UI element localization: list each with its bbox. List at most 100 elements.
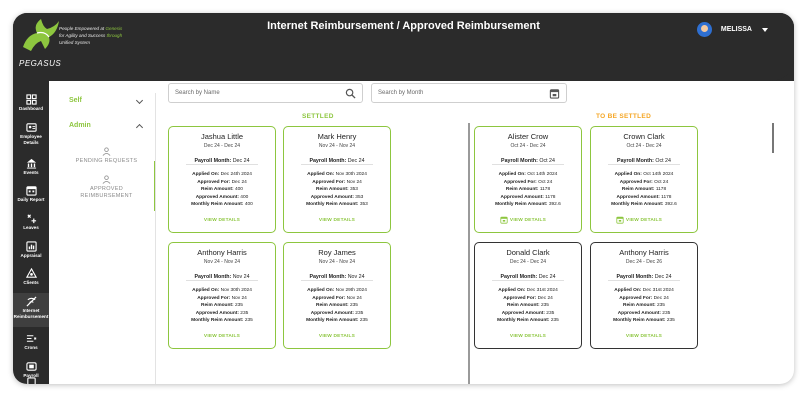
card-applied-on: Applied On: Dec 31st 2024 — [614, 288, 674, 293]
leaves-icon — [26, 214, 36, 224]
rail-item-employee-details[interactable]: Employee Details — [13, 122, 49, 145]
card-approved-amount: Approved Amount: 1178 — [616, 194, 672, 200]
card-reim-amount: Reim Amount: 235 — [316, 303, 358, 309]
card-applied-on: Applied On: Dec 24th 2024 — [192, 172, 252, 177]
view-details-button[interactable]: VIEW DETAILS — [475, 218, 581, 223]
view-details-button[interactable]: VIEW DETAILS — [475, 334, 581, 339]
chevron-up-icon[interactable] — [135, 123, 144, 132]
rail-item-dashboard[interactable]: Dashboard — [13, 94, 49, 112]
divider — [301, 164, 373, 165]
card-date-range: Oct 24 - Dec 24 — [626, 143, 662, 149]
submenu-admin[interactable]: Admin — [69, 122, 91, 129]
view-details-button[interactable]: VIEW DETAILS — [169, 218, 275, 223]
view-details-button[interactable]: VIEW DETAILS — [284, 334, 390, 339]
card-monthly-reim-amount: Monthly Reim Amount: 235 — [497, 318, 559, 324]
user-name[interactable]: MELISSA — [721, 26, 752, 33]
card-monthly-reim-amount: Monthly Reim Amount: 235 — [613, 318, 675, 324]
card-approved-for: Approved For: Nov 24 — [312, 295, 362, 301]
card-reim-amount: Reim Amount: 1178 — [505, 187, 551, 193]
report-icon — [25, 186, 37, 196]
card-approved-for: Approved For: Dec 24 — [197, 179, 247, 185]
calendar-icon[interactable] — [549, 88, 560, 99]
user-menu[interactable]: MELISSA — [696, 22, 768, 37]
card-reim-amount: Reim Amount: 1178 — [621, 187, 667, 193]
chevron-down-icon[interactable] — [762, 27, 768, 32]
chevron-down-icon[interactable] — [135, 96, 144, 105]
avatar[interactable] — [696, 22, 712, 37]
icon-rail: Dashboard Employee Details Events Daily … — [13, 81, 49, 384]
card-applied-on: Applied On: Nov 30th 2024 — [307, 172, 367, 177]
card-employee-name: Anthony Harris — [197, 248, 247, 257]
submenu-approved-reimbursement[interactable]: APPROVED REIMBURSEMENT — [59, 175, 154, 200]
card-employee-name: Alister Crow — [507, 132, 549, 141]
rail-item-more[interactable] — [13, 377, 49, 384]
card-approved-for: Approved For: Oct 24 — [619, 179, 669, 185]
card-employee-name: Anthony Harris — [619, 248, 669, 257]
card-applied-on: Applied On: Oct 14th 2024 — [498, 172, 558, 177]
divider — [492, 280, 564, 281]
card-payroll-month: Payroll Month: Nov 24 — [194, 274, 250, 280]
submenu-pending-requests[interactable]: PENDING REQUESTS — [59, 147, 154, 165]
card-employee-name: Donald Clark — [506, 248, 550, 257]
divider — [301, 280, 373, 281]
reimbursement-card[interactable]: Roy James Nov 24 - Nov 24 Payroll Month: N… — [283, 242, 391, 349]
app-window: PEGASUS People Empowered at Genesis for … — [13, 13, 794, 384]
card-approved-amount: Approved Amount: 235 — [310, 310, 364, 316]
section-settled-title: SETTLED — [302, 113, 334, 120]
card-applied-on: Applied On: Oct 14th 2024 — [614, 172, 674, 177]
view-details-button[interactable]: VIEW DETAILS — [591, 334, 697, 339]
reimbursement-card[interactable]: Anthony Harris Dec 24 - Dec 26 Payroll Mon… — [590, 242, 698, 349]
card-approved-for: Approved For: Dec 24 — [619, 295, 669, 301]
reimbursement-card[interactable]: Jashua Little Dec 24 - Dec 24 Payroll Mont… — [168, 126, 276, 233]
reimbursement-card[interactable]: Alister Crow Oct 24 - Dec 24 Payroll Month… — [474, 126, 582, 233]
card-reim-amount: Reim Amount: 400 — [201, 187, 243, 193]
rail-item-events[interactable]: Events — [13, 158, 49, 176]
view-details-button[interactable]: VIEW DETAILS — [284, 218, 390, 223]
page-title: Internet Reimbursement / Approved Reimbu… — [267, 20, 540, 32]
employee-icon — [25, 123, 37, 132]
card-applied-on: Applied On: Nov 30th 2024 — [192, 288, 252, 293]
card-payroll-month: Payroll Month: Dec 24 — [194, 158, 250, 164]
card-reim-amount: Reim Amount: 235 — [201, 303, 243, 309]
rail-item-daily-report[interactable]: Daily Report — [13, 185, 49, 203]
reimbursement-card[interactable]: Donald Clark Dec 24 - Dec 24 Payroll Month… — [474, 242, 582, 349]
rail-item-crons[interactable]: Crons — [13, 333, 49, 351]
card-approved-for: Approved For: Nov 24 — [312, 179, 362, 185]
card-approved-amount: Approved Amount: 400 — [195, 194, 249, 200]
card-employee-name: Roy James — [318, 248, 356, 257]
submenu-self[interactable]: Self — [69, 97, 82, 104]
section-divider-scrollbar[interactable] — [468, 123, 470, 384]
card-date-range: Nov 24 - Nov 24 — [203, 259, 241, 265]
card-reim-amount: Reim Amount: 235 — [507, 303, 549, 309]
card-approved-for: Approved For: Dec 24 — [503, 295, 553, 301]
card-payroll-month: Payroll Month: Dec 24 — [500, 274, 556, 280]
appraisal-icon — [25, 241, 37, 252]
card-payroll-month: Payroll Month: Oct 24 — [501, 158, 555, 164]
card-date-range: Dec 24 - Dec 26 — [625, 259, 663, 265]
reimbursement-card[interactable]: Anthony Harris Nov 24 - Nov 24 Payroll Mon… — [168, 242, 276, 349]
search-icon[interactable] — [345, 88, 356, 99]
rail-item-internet-reimbursement[interactable]: Internet Reimbursement — [13, 293, 49, 327]
scrollbar-thumb[interactable] — [772, 123, 774, 153]
card-employee-name: Jashua Little — [200, 132, 244, 141]
view-details-button[interactable]: VIEW DETAILS — [591, 218, 697, 223]
rail-item-payroll[interactable]: Payroll — [13, 361, 49, 379]
clients-icon — [25, 268, 37, 278]
reimbursement-card[interactable]: Mark Henry Nov 24 - Nov 24 Payroll Month: … — [283, 126, 391, 233]
brand-name: PEGASUS — [19, 59, 62, 68]
card-monthly-reim-amount: Monthly Reim Amount: 400 — [191, 202, 253, 208]
card-date-range: Dec 24 - Dec 24 — [509, 259, 547, 265]
search-name-input[interactable]: Search by Name — [168, 83, 363, 103]
rail-item-clients[interactable]: Clients — [13, 268, 49, 286]
divider — [186, 280, 258, 281]
rail-item-leaves[interactable]: Leaves — [13, 213, 49, 231]
view-details-button[interactable]: VIEW DETAILS — [169, 334, 275, 339]
reimbursement-card[interactable]: Crown Clark Oct 24 - Dec 24 Payroll Month:… — [590, 126, 698, 233]
divider — [608, 164, 680, 165]
rail-item-appraisal[interactable]: Appraisal — [13, 241, 49, 259]
active-indicator — [154, 161, 155, 211]
card-date-range: Oct 24 - Dec 24 — [510, 143, 546, 149]
card-payroll-month: Payroll Month: Oct 24 — [617, 158, 671, 164]
card-approved-for: Approved For: Nov 24 — [197, 295, 247, 301]
search-month-input[interactable]: Search by Month — [371, 83, 567, 103]
